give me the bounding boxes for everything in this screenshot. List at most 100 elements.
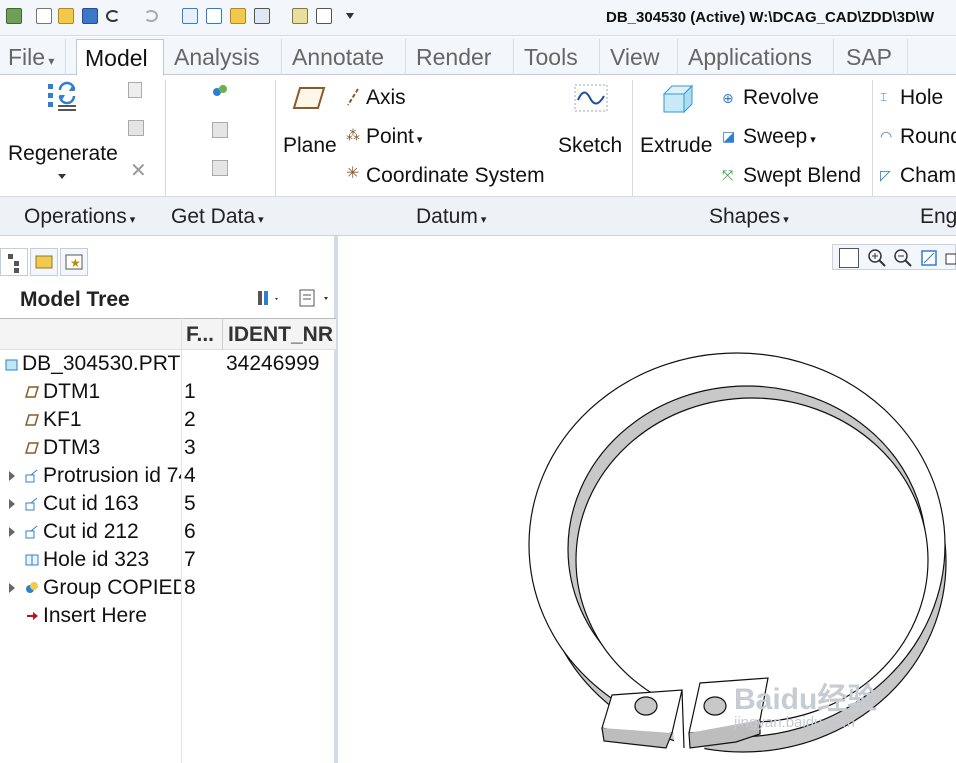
tree-row-feature-number: 4 [184,464,196,487]
tree-columns-icon[interactable] [298,288,332,308]
hole-button[interactable]: Hole [900,86,943,110]
tree-row-name: Insert Here [43,604,147,627]
swept-blend-button[interactable]: Swept Blend [743,164,861,188]
tree-row[interactable]: Insert Here [0,602,336,630]
expand-arrow-icon[interactable] [9,471,15,481]
customize-dropdown-icon[interactable] [346,13,354,19]
axis-icon [346,88,360,106]
tree-row-name: KF1 [43,408,82,431]
redo-icon[interactable] [144,10,158,22]
hole-icon: ⌶ [880,90,888,104]
tab-view[interactable]: View [602,39,678,75]
separator [632,80,633,196]
copy-geometry-icon[interactable] [212,122,228,138]
regenerate-quick-icon[interactable] [182,8,198,24]
window-switch-icon[interactable] [254,8,270,24]
delete-icon[interactable]: ✕ [130,158,147,183]
graphics-window[interactable]: Baidu经验 jingyan.baidu.com [342,236,956,763]
tree-row[interactable]: Cut id 212 6 [0,518,336,546]
plane-button[interactable]: Plane [283,134,337,158]
group-engineering[interactable]: Eng [920,205,956,229]
tree-row-ident: 34246999 [226,352,320,375]
regenerate-dropdown-icon[interactable] [58,174,66,179]
revolve-button[interactable]: Revolve [743,86,819,110]
tree-row-name: Hole id 323 [43,548,150,571]
tab-annotate[interactable]: Annotate [284,39,406,75]
tree-row[interactable]: DTM1 1 [0,378,336,406]
app-icon[interactable] [6,8,22,24]
hole-icon [25,553,39,567]
axis-button[interactable]: Axis [366,86,406,110]
tree-row-feature-number: 5 [184,492,196,515]
protrusion-icon [25,469,39,483]
copy-icon[interactable] [128,82,142,98]
cut-icon [25,497,39,511]
insert-arrow-icon [25,609,39,623]
ribbon-tabs: File ▾ Model Analysis Annotate Render To… [0,37,956,76]
chamfer-icon: ◸ [880,167,891,183]
tab-render[interactable]: Render [408,39,514,75]
tree-row[interactable]: DB_304530.PRT 34246999 [0,350,336,378]
new-file-icon[interactable] [36,8,52,24]
folder-browser-tab-icon[interactable] [30,248,58,276]
point-button[interactable]: Point ▾ [366,125,422,149]
column-divider [222,318,223,350]
paste-icon[interactable] [128,120,144,136]
tab-analysis[interactable]: Analysis [166,39,282,75]
tree-settings-icon[interactable] [256,288,280,308]
tab-file[interactable]: File ▾ [0,39,66,75]
datum-plane-icon [24,441,40,455]
column-header-ident[interactable]: IDENT_NR [228,323,334,347]
expand-arrow-icon[interactable] [9,499,15,509]
tree-column-header: F... IDENT_NR [0,318,336,350]
regenerate-button[interactable]: Regenerate [8,142,118,166]
expand-arrow-icon[interactable] [9,583,15,593]
tree-row-feature-number: 6 [184,520,196,543]
tab-applications[interactable]: Applications [680,39,834,75]
undo-icon[interactable] [106,10,120,22]
watermark-url: jingyan.baidu.com [734,714,855,731]
plane-icon [292,86,326,110]
tab-sap[interactable]: SAP [838,39,908,75]
close-window-icon[interactable] [316,8,332,24]
windows-icon[interactable] [206,8,222,24]
group-operations[interactable]: Operations ▾ [24,205,135,229]
sketch-button[interactable]: Sketch [558,134,622,158]
shrinkwrap-icon[interactable] [212,160,228,176]
favorites-tab-icon[interactable]: ★ [60,248,88,276]
group-datum[interactable]: Datum ▾ [416,205,486,229]
model-tree-tab-icon[interactable] [0,248,28,276]
save-icon[interactable] [82,8,98,24]
column-header-f[interactable]: F... [186,323,222,347]
edit-icon[interactable] [292,8,308,24]
open-file-icon[interactable] [58,8,74,24]
folder-icon[interactable] [230,8,246,24]
chamfer-button[interactable]: Cham [900,164,956,188]
tree-row[interactable]: Protrusion id 74 4 [0,462,336,490]
tab-model[interactable]: Model [76,39,164,76]
separator [275,80,276,196]
tree-row[interactable]: Group COPIED 8 [0,574,336,602]
sweep-icon: ◪ [722,128,736,144]
round-button[interactable]: Round [900,125,956,149]
tree-row[interactable]: Hole id 323 7 [0,546,336,574]
group-get-data[interactable]: Get Data ▾ [171,205,264,229]
tree-row-name: Group COPIED [43,576,181,599]
separator [872,80,873,196]
tree-row-name: Protrusion id 74 [43,464,181,487]
tab-tools[interactable]: Tools [516,39,600,75]
group-shapes[interactable]: Shapes ▾ [709,205,789,229]
datum-plane-icon [24,385,40,399]
tree-row[interactable]: KF1 2 [0,406,336,434]
user-defined-feature-icon[interactable] [212,84,228,98]
window-title: DB_304530 (Active) W:\DCAG_CAD\ZDD\3D\W [606,9,935,26]
tree-row-name: DTM3 [43,436,101,459]
expand-arrow-icon[interactable] [9,527,15,537]
extrude-button[interactable]: Extrude [640,134,712,158]
tree-row[interactable]: DTM3 3 [0,434,336,462]
tree-row[interactable]: Cut id 163 5 [0,490,336,518]
sketch-icon [574,84,608,112]
coordinate-system-button[interactable]: Coordinate System [366,164,545,188]
sweep-button[interactable]: Sweep ▾ [743,125,816,149]
tree-row-name: Cut id 163 [43,492,139,515]
